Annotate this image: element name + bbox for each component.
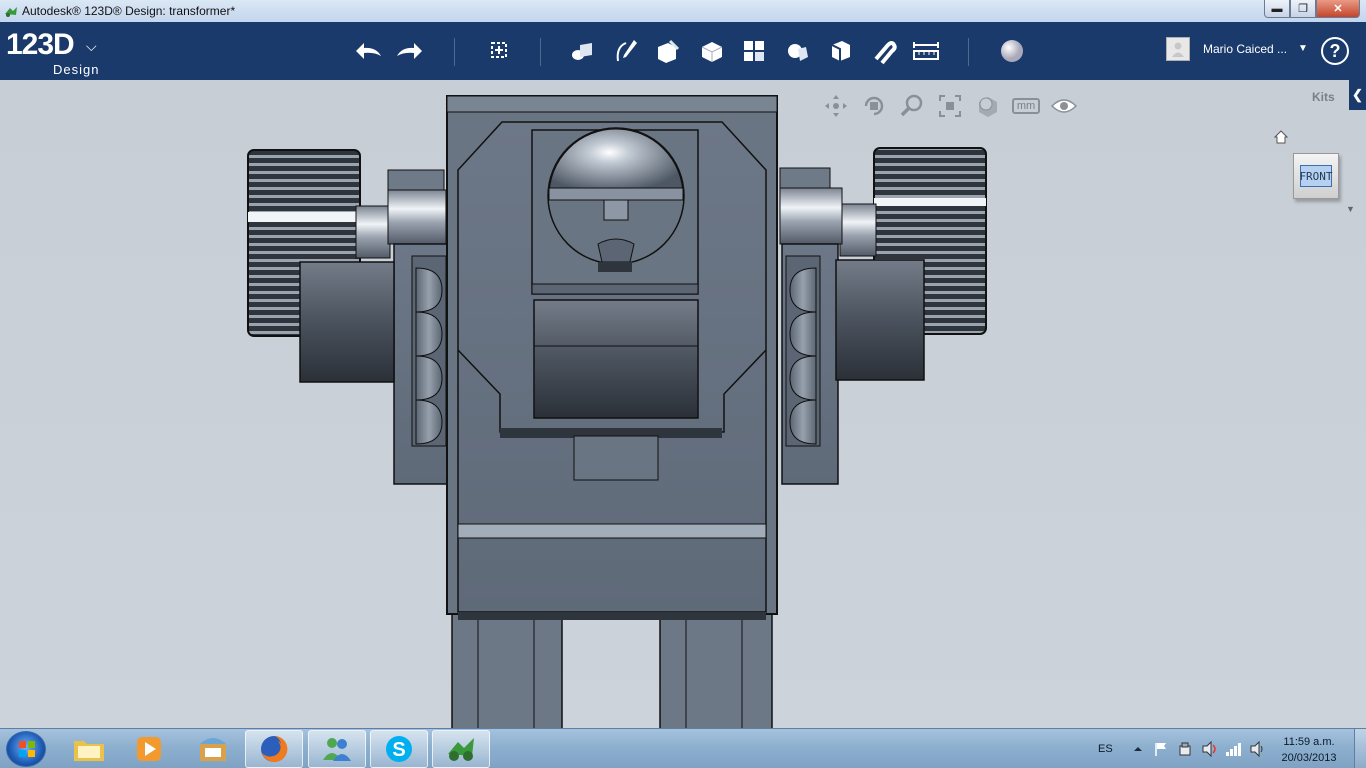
- orbit-icon[interactable]: [858, 92, 890, 120]
- grouping-icon[interactable]: [782, 35, 814, 67]
- home-view-icon[interactable]: [1273, 130, 1289, 149]
- pattern-icon[interactable]: [738, 35, 770, 67]
- units-button[interactable]: mm: [1010, 92, 1042, 120]
- zoom-icon[interactable]: [896, 92, 928, 120]
- kits-label[interactable]: Kits: [1312, 90, 1335, 104]
- window-title-bar: Autodesk® 123D® Design: transformer* ▬ ❐…: [0, 0, 1366, 22]
- transform-icon[interactable]: [484, 35, 516, 67]
- volume-icon[interactable]: [1201, 741, 1219, 757]
- sketch-icon[interactable]: [610, 35, 642, 67]
- pan-icon[interactable]: [820, 92, 852, 120]
- language-indicator[interactable]: ES: [1098, 743, 1113, 755]
- avatar: [1166, 37, 1190, 61]
- safely-remove-hardware-icon[interactable]: [1177, 741, 1193, 757]
- material-icon[interactable]: [996, 35, 1028, 67]
- help-button[interactable]: ?: [1321, 37, 1349, 65]
- close-button[interactable]: ✕: [1316, 0, 1360, 18]
- system-tray: ES: [1098, 729, 1267, 768]
- visibility-icon[interactable]: [1048, 92, 1080, 120]
- app-menu-logo[interactable]: 123D ⌵ Design: [6, 28, 98, 77]
- user-name: Mario Caiced ...: [1203, 42, 1288, 56]
- speaker-icon[interactable]: [1249, 741, 1267, 757]
- navigation-bar: mm: [820, 92, 1080, 120]
- user-menu[interactable]: Mario Caiced ... ▼: [1166, 37, 1308, 61]
- view-cube-menu-icon[interactable]: ▼: [1346, 204, 1355, 214]
- 123d-design-icon[interactable]: [432, 730, 490, 768]
- modify-icon[interactable]: [696, 35, 728, 67]
- show-hidden-icons-icon[interactable]: [1133, 744, 1143, 754]
- clock-time: 11:59 a.m.: [1283, 736, 1335, 748]
- construct-icon[interactable]: [652, 35, 684, 67]
- undo-icon[interactable]: [352, 35, 384, 67]
- window-title: Autodesk® 123D® Design: transformer*: [22, 4, 236, 18]
- show-desktop-button[interactable]: [1354, 729, 1366, 768]
- taskbar: S ES 11:59 a.m. 20/03/2013: [0, 728, 1366, 768]
- combine-icon[interactable]: [824, 35, 856, 67]
- snap-icon[interactable]: [868, 35, 900, 67]
- robot-model[interactable]: [0, 80, 1366, 728]
- start-button[interactable]: [6, 731, 46, 767]
- view-cube-front-label[interactable]: FRONT: [1299, 165, 1333, 187]
- main-toolbar: 123D ⌵ Design Mario Caiced ... ▼ ?: [0, 22, 1366, 80]
- units-label: mm: [1011, 98, 1041, 114]
- logo-subtitle: Design: [53, 62, 100, 77]
- media-player-icon[interactable]: [120, 730, 178, 768]
- app-store-icon[interactable]: [184, 730, 242, 768]
- windows-explorer-icon[interactable]: [60, 730, 118, 768]
- svg-text:S: S: [392, 739, 405, 761]
- maximize-button[interactable]: ❐: [1290, 0, 1316, 18]
- measure-icon[interactable]: [910, 35, 942, 67]
- 3d-viewport[interactable]: mm Kits ❮ FRONT ▼: [0, 80, 1366, 728]
- action-center-flag-icon[interactable]: [1153, 741, 1169, 757]
- view-style-icon[interactable]: [972, 92, 1004, 120]
- minimize-button[interactable]: ▬: [1264, 0, 1290, 18]
- messenger-icon[interactable]: [308, 730, 366, 768]
- app-icon: [5, 7, 17, 17]
- primitives-icon[interactable]: [566, 35, 598, 67]
- redo-icon[interactable]: [394, 35, 426, 67]
- skype-icon[interactable]: S: [370, 730, 428, 768]
- clock-date: 20/03/2013: [1281, 752, 1337, 764]
- firefox-icon[interactable]: [245, 730, 303, 768]
- caret-down-icon: ▼: [1298, 43, 1308, 54]
- fit-icon[interactable]: [934, 92, 966, 120]
- view-cube[interactable]: FRONT: [1290, 148, 1340, 202]
- chevron-down-icon: ⌵: [86, 38, 97, 54]
- kits-expand-button[interactable]: ❮: [1349, 80, 1366, 110]
- logo-text: 123D: [6, 28, 75, 61]
- network-signal-icon[interactable]: [1225, 741, 1243, 757]
- clock[interactable]: 11:59 a.m. 20/03/2013: [1274, 734, 1344, 766]
